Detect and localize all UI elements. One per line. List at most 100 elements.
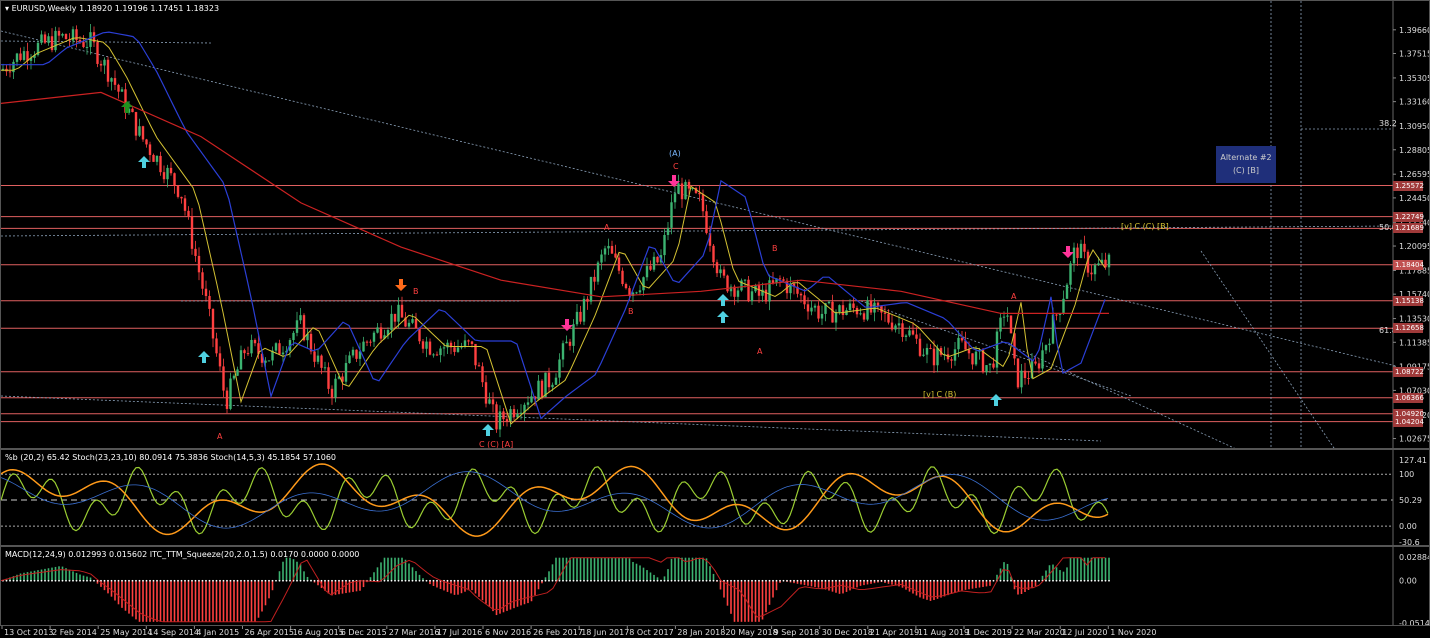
candle-body <box>481 366 484 383</box>
macd-tick-label: 0.028847 <box>1399 553 1429 562</box>
squeeze-dot <box>744 579 746 582</box>
level-tag: 1.15138 <box>1393 295 1424 306</box>
squeeze-dot <box>408 579 410 582</box>
squeeze-dot <box>688 579 690 582</box>
squeeze-dot <box>520 579 522 582</box>
candle-body <box>582 298 586 322</box>
squeeze-dot <box>842 579 844 582</box>
squeeze-dot <box>576 579 578 582</box>
candle-body <box>498 411 502 430</box>
squeeze-dot <box>75 579 78 582</box>
time-tick-label: 12 Jul 2020 <box>1062 628 1107 637</box>
stochastic-panel[interactable]: %b (20,2) 65.42 Stoch(23,23,10) 80.0914 … <box>0 449 1430 546</box>
price-tick-label: 1.33160 <box>1399 98 1429 107</box>
wave-label: [v] C (B) <box>923 390 956 399</box>
squeeze-dot <box>334 579 337 582</box>
candle-body <box>470 341 474 344</box>
squeeze-dot <box>569 579 571 582</box>
squeeze-dot <box>831 579 834 582</box>
candle-body <box>810 307 813 312</box>
candle-body <box>267 360 271 362</box>
candle-body <box>635 292 638 294</box>
candle-body <box>355 349 358 359</box>
candle-body <box>621 270 624 285</box>
candle-body <box>1048 343 1051 346</box>
squeeze-dot <box>621 579 624 582</box>
candle-body <box>841 305 845 315</box>
squeeze-dot <box>436 579 438 582</box>
squeeze-dot <box>5 579 8 582</box>
squeeze-dot <box>460 579 463 582</box>
squeeze-dot <box>243 579 246 582</box>
time-tick-label: 17 Jul 2016 <box>437 628 482 637</box>
squeeze-dot <box>646 579 648 582</box>
candle-body <box>652 256 656 270</box>
candle-body <box>1037 363 1041 369</box>
squeeze-dot <box>16 579 18 582</box>
level-tag: 1.22749 <box>1393 211 1424 222</box>
candle-body <box>162 172 166 180</box>
squeeze-dot <box>660 579 662 582</box>
candle-body <box>834 311 838 323</box>
candle-body <box>320 355 323 368</box>
squeeze-dot <box>975 579 977 582</box>
candle-body <box>561 343 565 360</box>
squeeze-dot <box>663 579 666 582</box>
squeeze-dot <box>765 579 767 582</box>
squeeze-dot <box>607 579 610 582</box>
macd-panel[interactable]: MACD(12,24,9) 0.012993 0.015602 ITC_TTM_… <box>0 546 1430 626</box>
squeeze-dot <box>9 579 11 582</box>
candle-body <box>687 181 691 189</box>
squeeze-dot <box>138 579 141 582</box>
squeeze-dot <box>891 579 893 582</box>
candle-body <box>670 202 673 228</box>
squeeze-dot <box>128 579 130 582</box>
candle-body <box>593 276 596 282</box>
wave-label: B <box>628 307 634 316</box>
candle-body <box>813 305 817 308</box>
squeeze-dot <box>523 579 526 582</box>
squeeze-dot <box>331 579 333 582</box>
squeeze-dot <box>527 579 529 582</box>
candle-body <box>1065 284 1069 299</box>
candle-body <box>390 313 393 331</box>
time-tick-label: 21 Apr 2019 <box>870 628 919 637</box>
candle-body <box>603 248 607 255</box>
candle-body <box>138 126 141 136</box>
wave-label: B <box>413 287 419 296</box>
squeeze-dot <box>1048 579 1051 582</box>
candle-body <box>397 304 400 322</box>
squeeze-dot <box>289 579 291 582</box>
squeeze-dot <box>810 579 813 582</box>
time-tick-label: 11 Aug 2019 <box>918 628 969 637</box>
candle-body <box>467 340 470 342</box>
candle-body <box>113 78 117 85</box>
squeeze-dot <box>303 579 305 582</box>
squeeze-dot <box>121 579 123 582</box>
price-chart-panel[interactable]: A C (C) [A] B (A) C A B B A [v] C (B) A [v] C (C) [… <box>0 0 1430 449</box>
candle-body <box>554 377 558 385</box>
alternate-label: (C) [B] <box>1232 166 1260 175</box>
squeeze-dot <box>761 579 764 582</box>
time-tick-label: 18 Jun 2017 <box>581 628 629 637</box>
candle-body <box>152 154 155 162</box>
candle-body <box>19 53 22 60</box>
candle-body <box>281 352 285 355</box>
candle-body <box>141 126 145 140</box>
squeeze-dot <box>740 579 743 582</box>
squeeze-dot <box>341 579 344 582</box>
time-tick-label: 6 Dec 2015 <box>341 628 387 637</box>
candle-body <box>379 327 383 339</box>
squeeze-dot <box>394 579 396 582</box>
squeeze-dot <box>474 579 477 582</box>
squeeze-dot <box>667 579 669 582</box>
candle-body <box>715 262 719 274</box>
candle-body <box>43 34 47 43</box>
squeeze-dot <box>107 579 109 582</box>
cyan-up-arrow-icon <box>138 156 150 168</box>
candle-body <box>663 234 666 256</box>
squeeze-dot <box>747 579 750 582</box>
squeeze-dot <box>1045 579 1047 582</box>
squeeze-dot <box>635 579 638 582</box>
squeeze-dot <box>964 579 967 582</box>
